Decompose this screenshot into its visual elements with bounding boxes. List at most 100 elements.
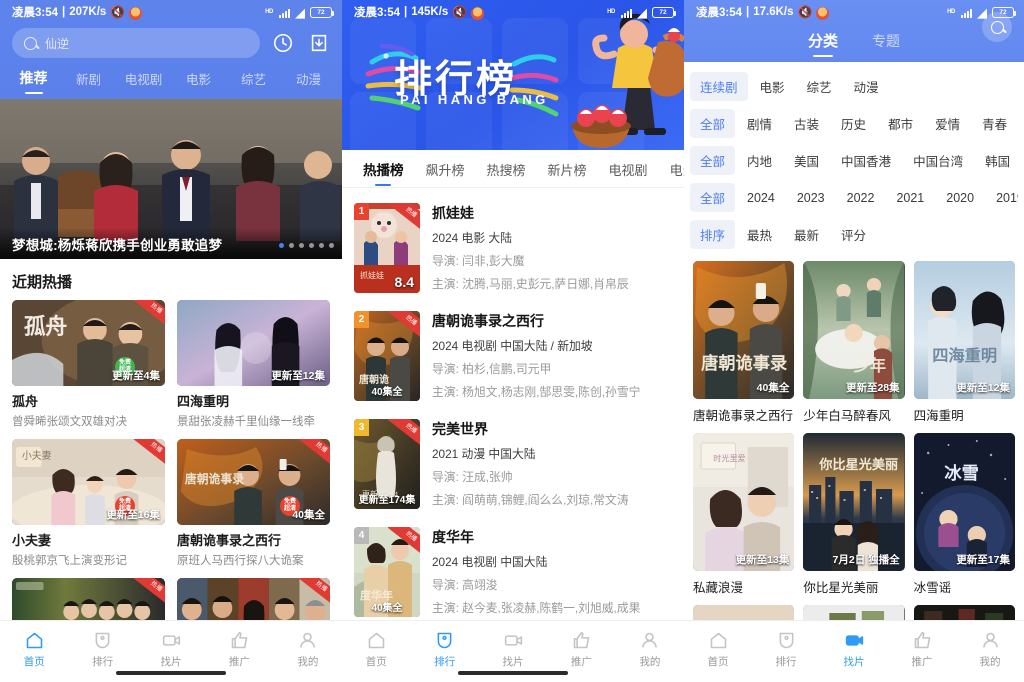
rank-meta: 2024 电影 大陆 xyxy=(432,231,512,245)
media-card[interactable]: 唐朝诡事录 热播 免费 超清 40集全 唐朝诡事录之西行 原班人马西行探八大诡案 xyxy=(177,439,330,568)
filter-chip[interactable]: 最热 xyxy=(737,220,782,249)
rank-tab-电视剧[interactable]: 电视剧 xyxy=(598,160,659,187)
media-card[interactable]: 更新至12集 四海重明 景甜张凌赫千里仙缘一线牵 xyxy=(177,300,330,429)
nav-item-mine[interactable]: 我的 xyxy=(616,629,684,669)
nav-item-find[interactable]: 找片 xyxy=(820,629,888,669)
battery-level: 72 xyxy=(659,8,667,16)
media-card[interactable]: 孤舟 热播 免费 超清 更新至4集 孤舟 曾舜晞张颂文双雄对决 xyxy=(12,300,165,429)
rank-list-item[interactable]: 度华年 4 热播 40集全 度华年 2024 电视剧 中国大陆 导演: 高翊浚 … xyxy=(342,518,684,626)
filter-chip[interactable]: 美国 xyxy=(784,146,829,175)
tab-推荐[interactable]: 推荐 xyxy=(6,68,61,97)
nav-item-home[interactable]: 首页 xyxy=(684,629,752,669)
nav-label: 我的 xyxy=(297,656,319,668)
filter-chip[interactable]: 评分 xyxy=(831,220,876,249)
tab-电影[interactable]: 电影 xyxy=(171,69,226,97)
nav-item-promote[interactable]: 推广 xyxy=(547,629,615,669)
tab-新剧[interactable]: 新剧 xyxy=(61,69,116,97)
filter-chip[interactable]: 全部 xyxy=(690,109,736,138)
status-separator: | xyxy=(746,6,750,18)
poster-card[interactable]: 时光里爱 更新至13集 私藏浪漫 xyxy=(693,433,795,596)
poster-title: 四海重明 xyxy=(913,409,964,423)
filter-chip[interactable]: 青春 xyxy=(972,109,1017,138)
rank-tab-电影[interactable]: 电影 xyxy=(659,160,684,187)
rank-tab-热播榜[interactable]: 热播榜 xyxy=(352,159,415,187)
filter-chip[interactable]: 电影 xyxy=(750,72,795,101)
nav-item-mine[interactable]: 我的 xyxy=(956,629,1024,669)
filter-chip[interactable]: 韩国 xyxy=(975,146,1018,175)
filter-chip[interactable]: 中国香港 xyxy=(831,146,901,175)
tab-专题[interactable]: 专题 xyxy=(872,31,900,58)
rank-list-item[interactable]: 唐朝诡 2 热播 40集全 唐朝诡事录之西行 2024 电视剧 中国大陆 / 新… xyxy=(342,302,684,410)
svg-text:小夫妻: 小夫妻 xyxy=(22,449,52,462)
tab-分类[interactable]: 分类 xyxy=(808,30,838,58)
download-icon[interactable] xyxy=(306,30,332,56)
home-indicator xyxy=(458,671,568,675)
nav-item-home[interactable]: 首页 xyxy=(342,629,410,669)
filter-chip[interactable]: 历史 xyxy=(831,109,876,138)
nav-item-find[interactable]: 找片 xyxy=(479,629,547,669)
rank-info: 唐朝诡事录之西行 2024 电视剧 中国大陆 / 新加坡 导演: 柏杉,信鹏,司… xyxy=(432,311,672,401)
hero-banner[interactable]: 梦想城:杨烁蒋欣携手创业勇敢追梦 xyxy=(0,99,342,259)
nav-item-home[interactable]: 首页 xyxy=(0,629,68,669)
filter-chip[interactable]: 古装 xyxy=(784,109,829,138)
svg-text:冰雪: 冰雪 xyxy=(944,463,978,483)
nav-item-ranking[interactable]: 排行 xyxy=(410,629,478,669)
filter-row-type: 连续剧 电影 综艺 动漫 xyxy=(690,68,1018,105)
poster-card[interactable]: 唐朝诡事录 40集全 唐朝诡事录之西行 xyxy=(693,261,795,424)
filter-chip[interactable]: 剧情 xyxy=(737,109,782,138)
episode-badge: 40集全 xyxy=(292,509,325,521)
rank-director: 导演: 汪成,张帅 xyxy=(432,470,513,484)
wifi-icon: ◢ xyxy=(295,4,305,20)
tab-综艺[interactable]: 综艺 xyxy=(226,69,281,97)
rank-list-item[interactable]: 更新至174 3 热播 更新至174集 完美世界 2021 动漫 中国大陆 导演… xyxy=(342,410,684,518)
rank-tab-新片榜[interactable]: 新片榜 xyxy=(537,160,598,187)
poster-card[interactable]: 四海重明 更新至12集 四海重明 xyxy=(913,261,1015,424)
filter-chip[interactable]: 内地 xyxy=(737,146,782,175)
rank-poster: 度华年 4 热播 40集全 xyxy=(354,527,420,617)
filter-chip[interactable]: 中国台湾 xyxy=(903,146,973,175)
poster-art: 少年 xyxy=(803,261,905,399)
filter-chip[interactable]: 2020 xyxy=(936,186,984,210)
nav-item-mine[interactable]: 我的 xyxy=(274,629,342,669)
filter-chip[interactable]: 2019 xyxy=(986,186,1018,210)
episode-badge: 40集全 xyxy=(371,603,403,614)
filter-chip[interactable]: 全部 xyxy=(690,146,736,175)
rank-list-item[interactable]: 抓娃娃 1 热播 8.4 抓娃娃 2024 电影 大陆 导演: 闫非,彭大魔 主… xyxy=(342,194,684,302)
nav-item-find[interactable]: 找片 xyxy=(137,629,205,669)
nav-item-promote[interactable]: 推广 xyxy=(888,629,956,669)
rank-title: 抓娃娃 xyxy=(432,205,474,221)
filter-chip[interactable]: 全部 xyxy=(690,183,736,212)
search-row: 仙逆 xyxy=(0,24,342,68)
carousel-dots[interactable] xyxy=(279,243,334,248)
poster-thumbnail: 你比星光美丽 7月2日 独播全 xyxy=(803,433,905,571)
rank-tab-飙升榜[interactable]: 飙升榜 xyxy=(415,160,476,187)
search-input[interactable]: 仙逆 xyxy=(12,28,260,58)
tab-动漫[interactable]: 动漫 xyxy=(281,69,336,97)
filter-chip[interactable]: 都市 xyxy=(878,109,923,138)
nav-item-ranking[interactable]: 排行 xyxy=(68,629,136,669)
filter-chip[interactable]: 2024 xyxy=(737,186,785,210)
poster-title: 你比星光美丽 xyxy=(803,581,879,595)
filter-chip[interactable]: 2022 xyxy=(837,186,885,210)
tab-电视剧[interactable]: 电视剧 xyxy=(116,69,171,97)
episode-badge: 更新至28集 xyxy=(845,382,900,394)
filter-chip[interactable]: 动漫 xyxy=(844,72,889,101)
status-left: 凌晨3:54 | 17.6K/s 🔇 xyxy=(696,4,830,20)
poster-card[interactable]: 少年 更新至28集 少年白马醉春风 xyxy=(803,261,905,424)
poster-card[interactable]: 冰雪 更新至17集 冰雪谣 xyxy=(913,433,1015,596)
poster-card[interactable]: 你比星光美丽 7月2日 独播全 你比星光美丽 xyxy=(803,433,905,596)
nav-item-promote[interactable]: 推广 xyxy=(205,629,273,669)
filter-chip[interactable]: 2021 xyxy=(886,186,934,210)
filter-chip[interactable]: 爱情 xyxy=(925,109,970,138)
filter-chip[interactable]: 连续剧 xyxy=(690,72,748,101)
media-card[interactable]: 小夫妻 热播 免费 超清 更新至16集 小夫妻 殷桃郭京飞上演变形记 xyxy=(12,439,165,568)
rank-tab-热搜榜[interactable]: 热搜榜 xyxy=(476,160,537,187)
filter-chip[interactable]: 2023 xyxy=(787,186,835,210)
filter-chip[interactable]: 最新 xyxy=(784,220,829,249)
history-icon[interactable] xyxy=(270,30,296,56)
phone-screen-category: 凌晨3:54 | 17.6K/s 🔇 HD ◢ 72 分类 专题 连续剧 电影 … xyxy=(684,0,1024,682)
status-bar: 凌晨3:54 | 17.6K/s 🔇 HD ◢ 72 xyxy=(684,0,1024,24)
nav-item-ranking[interactable]: 排行 xyxy=(752,629,820,669)
filter-chip[interactable]: 综艺 xyxy=(797,72,842,101)
rank-cast: 主演: 杨旭文,杨志刚,郜思雯,陈创,孙雪宁 xyxy=(432,385,641,399)
